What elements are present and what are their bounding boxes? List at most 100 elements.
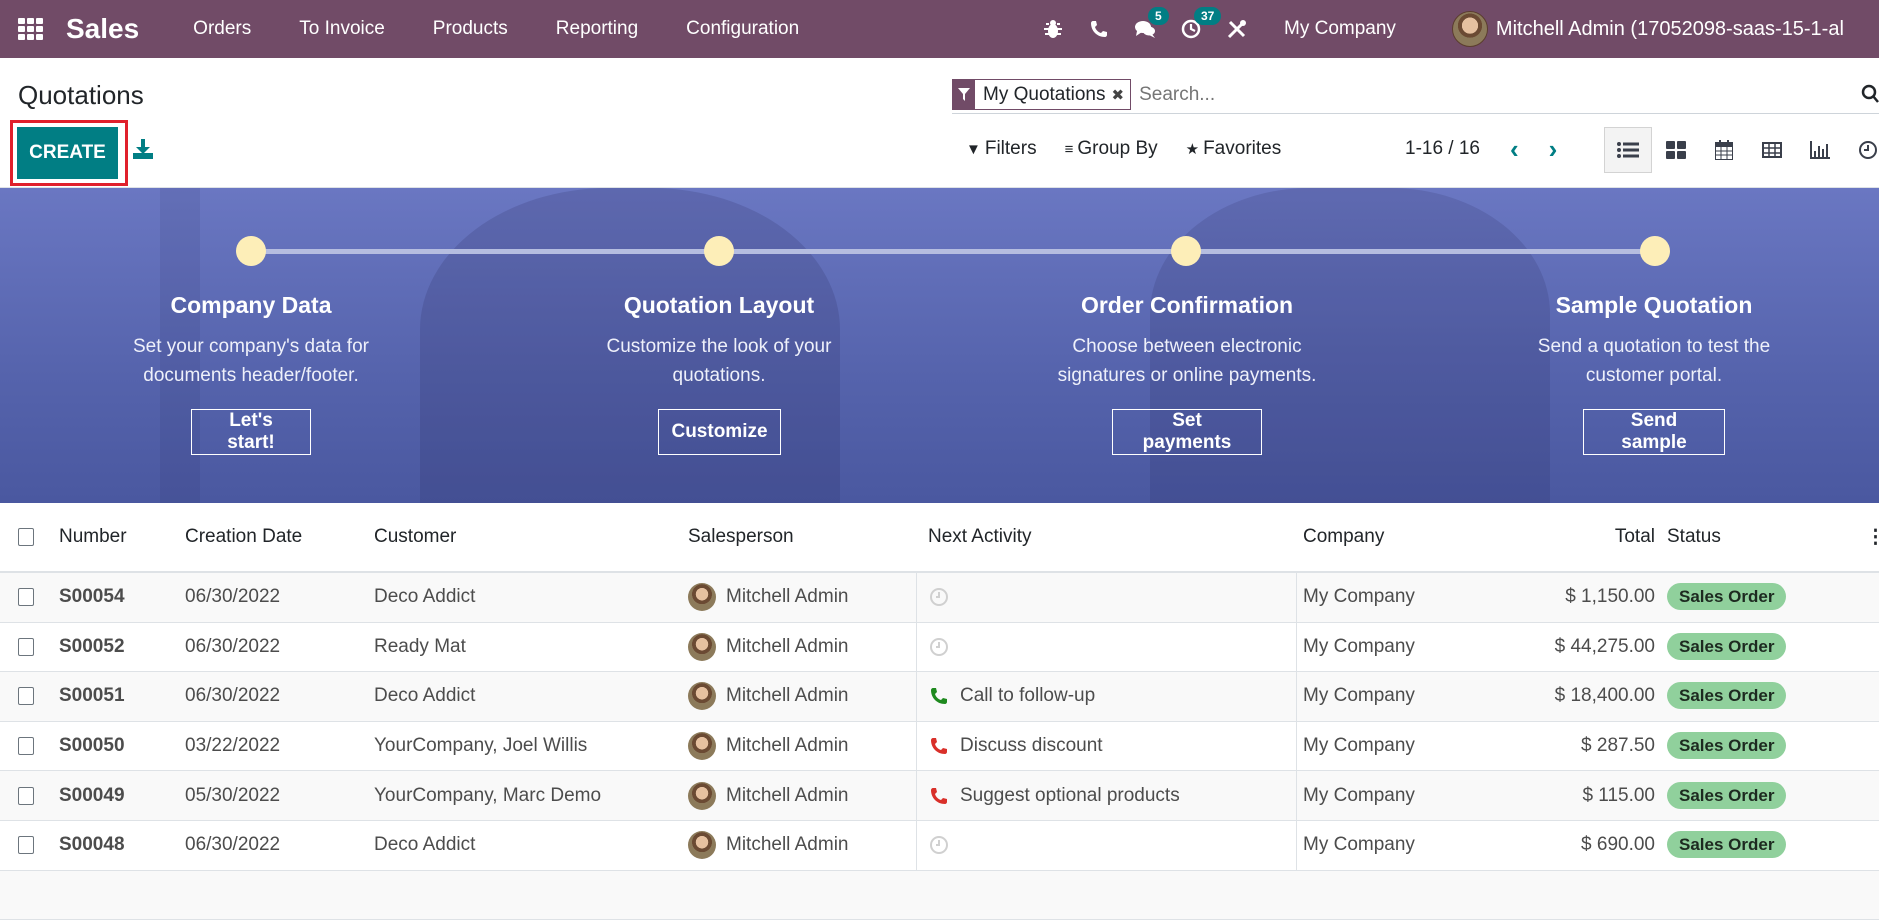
filter-icon: ▼	[966, 140, 981, 158]
search-facet[interactable]: My Quotations ✖	[952, 79, 1132, 110]
phone-button[interactable]	[1076, 0, 1122, 58]
next-activity[interactable]: Suggest optional products	[928, 785, 1180, 807]
step-description: Send a quotation to test the customer po…	[1537, 336, 1771, 386]
create-button[interactable]: CREATE	[17, 127, 118, 179]
favorites-button[interactable]: ★ Favorites	[1186, 138, 1282, 160]
row-checkbox[interactable]	[18, 637, 34, 656]
column-separator	[916, 771, 917, 820]
customize-button[interactable]: Customize	[658, 409, 781, 455]
row-checkbox[interactable]	[18, 786, 34, 805]
next-activity[interactable]: Call to follow-up	[928, 685, 1095, 707]
column-separator	[916, 573, 917, 622]
header-next-activity[interactable]: Next Activity	[928, 526, 1031, 548]
activity-summary: Discuss discount	[960, 735, 1103, 757]
app-name[interactable]: Sales	[66, 13, 139, 45]
company-switcher[interactable]: My Company	[1284, 18, 1396, 40]
total: $ 115.00	[1582, 784, 1655, 806]
kanban-view-button[interactable]	[1652, 127, 1700, 173]
group-by-button[interactable]: ≡ Group By	[1065, 138, 1158, 160]
creation-date: 06/30/2022	[185, 586, 281, 608]
export-button[interactable]	[132, 138, 154, 162]
header-customer[interactable]: Customer	[374, 526, 456, 548]
activity-clock-icon[interactable]	[928, 834, 950, 856]
header-status[interactable]: Status	[1667, 526, 1721, 548]
next-activity[interactable]	[928, 636, 960, 658]
phone-icon[interactable]	[928, 735, 950, 757]
activity-view-button[interactable]	[1844, 127, 1879, 173]
table-row[interactable]: S00054 06/30/2022 Deco Addict Mitchell A…	[0, 573, 1879, 623]
company: My Company	[1303, 735, 1415, 757]
activities-button[interactable]: 37	[1168, 0, 1222, 58]
menu-orders[interactable]: Orders	[169, 18, 275, 40]
menu-to-invoice[interactable]: To Invoice	[275, 18, 409, 40]
activity-clock-icon[interactable]	[928, 586, 950, 608]
row-checkbox[interactable]	[18, 737, 34, 756]
facet-remove-icon[interactable]: ✖	[1112, 80, 1131, 109]
salesperson-name: Mitchell Admin	[726, 685, 849, 707]
salesperson-name: Mitchell Admin	[726, 586, 849, 608]
menu-reporting[interactable]: Reporting	[532, 18, 662, 40]
pager-previous-icon[interactable]: ‹	[1510, 136, 1519, 162]
settings-tools-button[interactable]	[1214, 0, 1260, 58]
row-checkbox[interactable]	[18, 588, 34, 607]
row-checkbox[interactable]	[18, 687, 34, 706]
next-activity[interactable]: Discuss discount	[928, 735, 1103, 757]
salesperson-avatar	[688, 583, 716, 612]
column-separator	[916, 622, 917, 672]
messages-badge: 5	[1148, 7, 1169, 25]
menu-products[interactable]: Products	[409, 18, 532, 40]
next-activity[interactable]	[928, 834, 960, 856]
send-sample-button[interactable]: Send sample	[1583, 409, 1725, 455]
page-title: Quotations	[18, 80, 144, 110]
debug-button[interactable]	[1030, 0, 1076, 58]
header-number[interactable]: Number	[59, 526, 127, 548]
salesperson: Mitchell Admin	[688, 732, 849, 761]
step-description: Choose between electronic signatures or …	[1057, 336, 1317, 386]
app-menu-button[interactable]	[0, 0, 60, 58]
pager-next-icon[interactable]: ›	[1549, 136, 1558, 162]
table-row[interactable]: S00051 06/30/2022 Deco Addict Mitchell A…	[0, 672, 1879, 722]
salesperson: Mitchell Admin	[688, 781, 849, 810]
pager-value[interactable]: 1-16 / 16	[1405, 138, 1480, 160]
salesperson: Mitchell Admin	[688, 632, 849, 661]
menu-configuration[interactable]: Configuration	[662, 18, 823, 40]
phone-icon[interactable]	[928, 785, 950, 807]
activity-clock-icon[interactable]	[928, 636, 950, 658]
header-creation-date[interactable]: Creation Date	[185, 526, 302, 548]
table-row[interactable]: S00049 05/30/2022 YourCompany, Marc Demo…	[0, 771, 1879, 821]
control-panel: Quotations CREATE My Quotations ✖ ▼ Filt…	[0, 58, 1879, 188]
messages-button[interactable]: 5	[1122, 0, 1169, 58]
next-activity[interactable]	[928, 586, 960, 608]
header-total[interactable]: Total	[1615, 526, 1655, 548]
table-row[interactable]: S00048 06/30/2022 Deco Addict Mitchell A…	[0, 820, 1879, 871]
calendar-view-button[interactable]	[1700, 127, 1748, 173]
select-all-checkbox[interactable]	[18, 528, 34, 546]
optional-columns-toggle[interactable]: ⋮	[1866, 526, 1879, 549]
graph-view-button[interactable]	[1796, 127, 1844, 173]
list-view-button[interactable]	[1604, 127, 1652, 173]
column-separator	[1296, 573, 1297, 622]
table-row[interactable]: S00052 06/30/2022 Ready Mat Mitchell Adm…	[0, 622, 1879, 673]
status-badge: Sales Order	[1667, 831, 1787, 859]
table-icon	[1762, 142, 1782, 158]
total: $ 287.50	[1581, 735, 1655, 757]
status-badge: Sales Order	[1667, 583, 1787, 611]
header-company[interactable]: Company	[1303, 526, 1384, 548]
order-number: S00049	[59, 784, 125, 806]
phone-icon[interactable]	[928, 685, 950, 707]
favorites-label: Favorites	[1203, 138, 1282, 159]
status-pill: Sales Order	[1667, 632, 1787, 660]
lets-start-button[interactable]: Let's start!	[191, 409, 311, 455]
header-salesperson[interactable]: Salesperson	[688, 526, 794, 548]
customer: Deco Addict	[374, 834, 476, 856]
creation-date: 06/30/2022	[185, 685, 281, 707]
table-row[interactable]: S00050 03/22/2022 YourCompany, Joel Will…	[0, 721, 1879, 772]
pivot-view-button[interactable]	[1748, 127, 1796, 173]
creation-date: 03/22/2022	[185, 735, 281, 757]
search-input[interactable]	[1139, 83, 1740, 106]
user-menu[interactable]: Mitchell Admin (17052098-saas-15-1-al	[1451, 11, 1844, 47]
set-payments-button[interactable]: Set payments	[1112, 409, 1262, 455]
row-checkbox[interactable]	[18, 836, 34, 855]
search-icon[interactable]	[1861, 84, 1879, 104]
filters-button[interactable]: ▼ Filters	[966, 138, 1037, 160]
